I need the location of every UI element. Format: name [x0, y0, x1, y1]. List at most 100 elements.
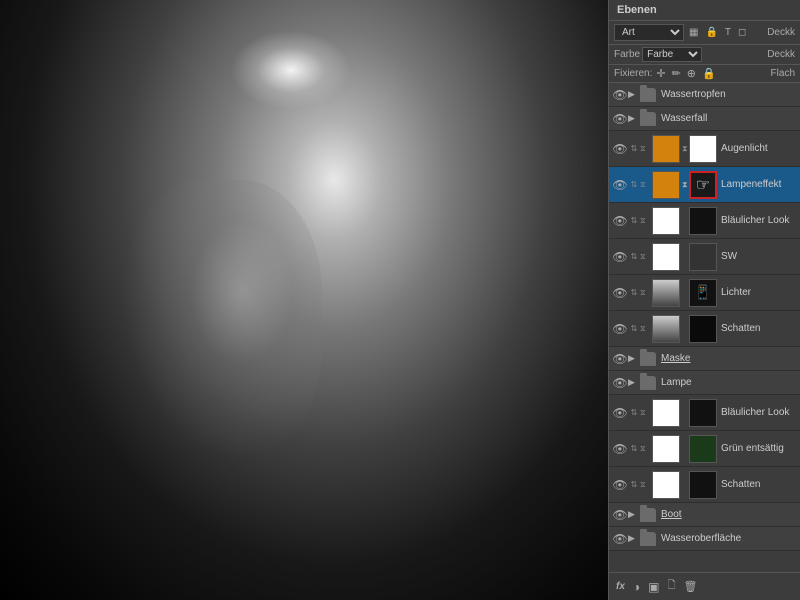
layer-name: Schatten — [718, 323, 797, 334]
layer-name: Grün entsättig — [718, 443, 797, 454]
text-icon: T — [723, 26, 733, 39]
chain-icon[interactable]: ⇅ — [628, 321, 640, 337]
eye-icon[interactable]: 👁 — [612, 405, 628, 421]
layer-name: Wasserfall — [658, 113, 797, 124]
layer-name: Lichter — [718, 287, 797, 298]
chain-icon[interactable]: ⇅ — [628, 405, 640, 421]
chain-icon[interactable]: ⇅ — [628, 477, 640, 493]
expand-arrow[interactable]: ▶ — [628, 353, 638, 364]
link-icon: ⧖ — [640, 444, 650, 454]
eye-icon[interactable]: 👁 — [612, 285, 628, 301]
layer-mask[interactable] — [689, 207, 717, 235]
expand-arrow[interactable]: ▶ — [628, 89, 638, 100]
layer-row[interactable]: 👁 ▶ Wasserfall — [609, 107, 800, 131]
layer-row[interactable]: 👁 ⇅ ⧖ ⧗ Augenlicht — [609, 131, 800, 167]
layer-row[interactable]: 👁 ▶ Wassertropfen — [609, 83, 800, 107]
link-icon: ⧖ — [640, 216, 650, 226]
panel-title: Ebenen — [617, 4, 657, 16]
layer-name: Boot — [658, 509, 797, 520]
eye-icon[interactable]: 👁 — [612, 249, 628, 265]
fix-move-icon[interactable]: ✛ — [654, 67, 667, 80]
layer-row[interactable]: 👁 ⇅ ⧖ Grün entsättig — [609, 431, 800, 467]
group-button[interactable]: ▣ — [646, 578, 661, 596]
fx-button[interactable]: fx — [614, 579, 627, 594]
chain-icon[interactable]: ⇅ — [628, 441, 640, 457]
layer-row[interactable]: 👁 ⇅ ⧖ 📱 Lichter — [609, 275, 800, 311]
layers-list[interactable]: 👁 ▶ Wassertropfen 👁 ▶ Wasserfall 👁 ⇅ ⧖ ⧗… — [609, 83, 800, 572]
expand-arrow[interactable]: ▶ — [628, 533, 638, 544]
layer-row[interactable]: 👁 ⇅ ⧖ Bläulicher Look — [609, 203, 800, 239]
eye-icon[interactable]: 👁 — [612, 87, 628, 103]
link-icon: ⧖ — [640, 288, 650, 298]
eye-icon[interactable]: 👁 — [612, 177, 628, 193]
expand-arrow[interactable]: ▶ — [628, 509, 638, 520]
folder-icon — [640, 88, 656, 102]
fix-row: Fixieren: ✛ ✏ ⊕ 🔒 Flach — [609, 65, 800, 83]
layer-mask[interactable]: 📱 — [689, 279, 717, 307]
fix-brush-icon[interactable]: ✏ — [670, 67, 683, 80]
layer-name: Bläulicher Look — [718, 215, 797, 226]
link-icon: ⧖ — [640, 180, 650, 190]
eye-icon[interactable]: 👁 — [612, 351, 628, 367]
eye-icon[interactable]: 👁 — [612, 507, 628, 523]
link-icon: ⧖ — [640, 408, 650, 418]
blend-mode-select[interactable]: Art Normal — [614, 24, 684, 41]
link-icon: ⧖ — [640, 480, 650, 490]
layer-name: Lampeneffekt — [718, 179, 797, 190]
new-layer-button[interactable]: 🗋 — [666, 576, 678, 597]
adjustment-button[interactable]: ◑ — [631, 578, 642, 596]
channel-icon: ▦ — [687, 26, 700, 39]
link-icon: ⧖ — [640, 252, 650, 262]
eye-icon[interactable]: 👁 — [612, 375, 628, 391]
layer-name: Maske — [658, 353, 797, 364]
layer-mask[interactable] — [689, 399, 717, 427]
canvas-image — [0, 0, 608, 600]
eye-icon[interactable]: 👁 — [612, 213, 628, 229]
chain-icon[interactable]: ⇅ — [628, 213, 640, 229]
eye-icon[interactable]: 👁 — [612, 321, 628, 337]
shape-icon: ◻ — [736, 26, 748, 39]
layer-mask-selected[interactable]: ☞ — [689, 171, 717, 199]
layer-row[interactable]: 👁 ▶ Wasseroberfläche — [609, 527, 800, 551]
eye-icon[interactable]: 👁 — [612, 531, 628, 547]
layer-row[interactable]: 👁 ⇅ ⧖ SW — [609, 239, 800, 275]
layer-mask[interactable] — [689, 135, 717, 163]
layer-name: Bläulicher Look — [718, 407, 797, 418]
fix-label: Fixieren: — [614, 68, 652, 79]
layer-row[interactable]: 👁 ⇅ ⧖ Bläulicher Look — [609, 395, 800, 431]
layer-thumbnail — [652, 435, 680, 463]
layer-name: Augenlicht — [718, 143, 797, 154]
layer-row[interactable]: 👁 ⇅ ⧖ Schatten — [609, 311, 800, 347]
fill-select[interactable]: Farbe — [642, 47, 702, 62]
eye-icon[interactable]: 👁 — [612, 477, 628, 493]
fix-transform-icon[interactable]: ⊕ — [685, 67, 698, 80]
chain-icon[interactable]: ⇅ — [628, 285, 640, 301]
panel-header: Ebenen — [609, 0, 800, 21]
expand-arrow[interactable]: ▶ — [628, 377, 638, 388]
eye-icon[interactable]: 👁 — [612, 441, 628, 457]
layer-thumbnail — [652, 171, 680, 199]
eye-icon[interactable]: 👁 — [612, 141, 628, 157]
fill-label: Farbe — [614, 49, 640, 60]
opacity-right-label: Deckk — [767, 49, 795, 60]
chain-icon[interactable]: ⇅ — [628, 249, 640, 265]
layer-mask[interactable] — [689, 243, 717, 271]
eye-icon[interactable]: 👁 — [612, 111, 628, 127]
layer-thumbnail — [652, 243, 680, 271]
layer-row[interactable]: 👁 ▶ Boot — [609, 503, 800, 527]
expand-arrow[interactable]: ▶ — [628, 113, 638, 124]
layer-row[interactable]: 👁 ▶ Maske — [609, 347, 800, 371]
opacity-label: Deckk — [767, 27, 795, 38]
layer-mask[interactable] — [689, 315, 717, 343]
layer-row[interactable]: 👁 ⇅ ⧖ Schatten — [609, 467, 800, 503]
layer-row[interactable]: 👁 ⇅ ⧖ ⧗ ☞ Lampeneffekt — [609, 167, 800, 203]
layer-row[interactable]: 👁 ▶ Lampe — [609, 371, 800, 395]
layer-thumbnail — [652, 471, 680, 499]
layer-mask[interactable] — [689, 471, 717, 499]
delete-button[interactable]: 🗑 — [682, 578, 700, 595]
layer-mask[interactable] — [689, 435, 717, 463]
chain-icon[interactable]: ⇅ — [628, 141, 640, 157]
fix-lock-icon[interactable]: 🔒 — [700, 67, 718, 80]
layer-thumbnail — [652, 279, 680, 307]
chain-icon[interactable]: ⇅ — [628, 177, 640, 193]
